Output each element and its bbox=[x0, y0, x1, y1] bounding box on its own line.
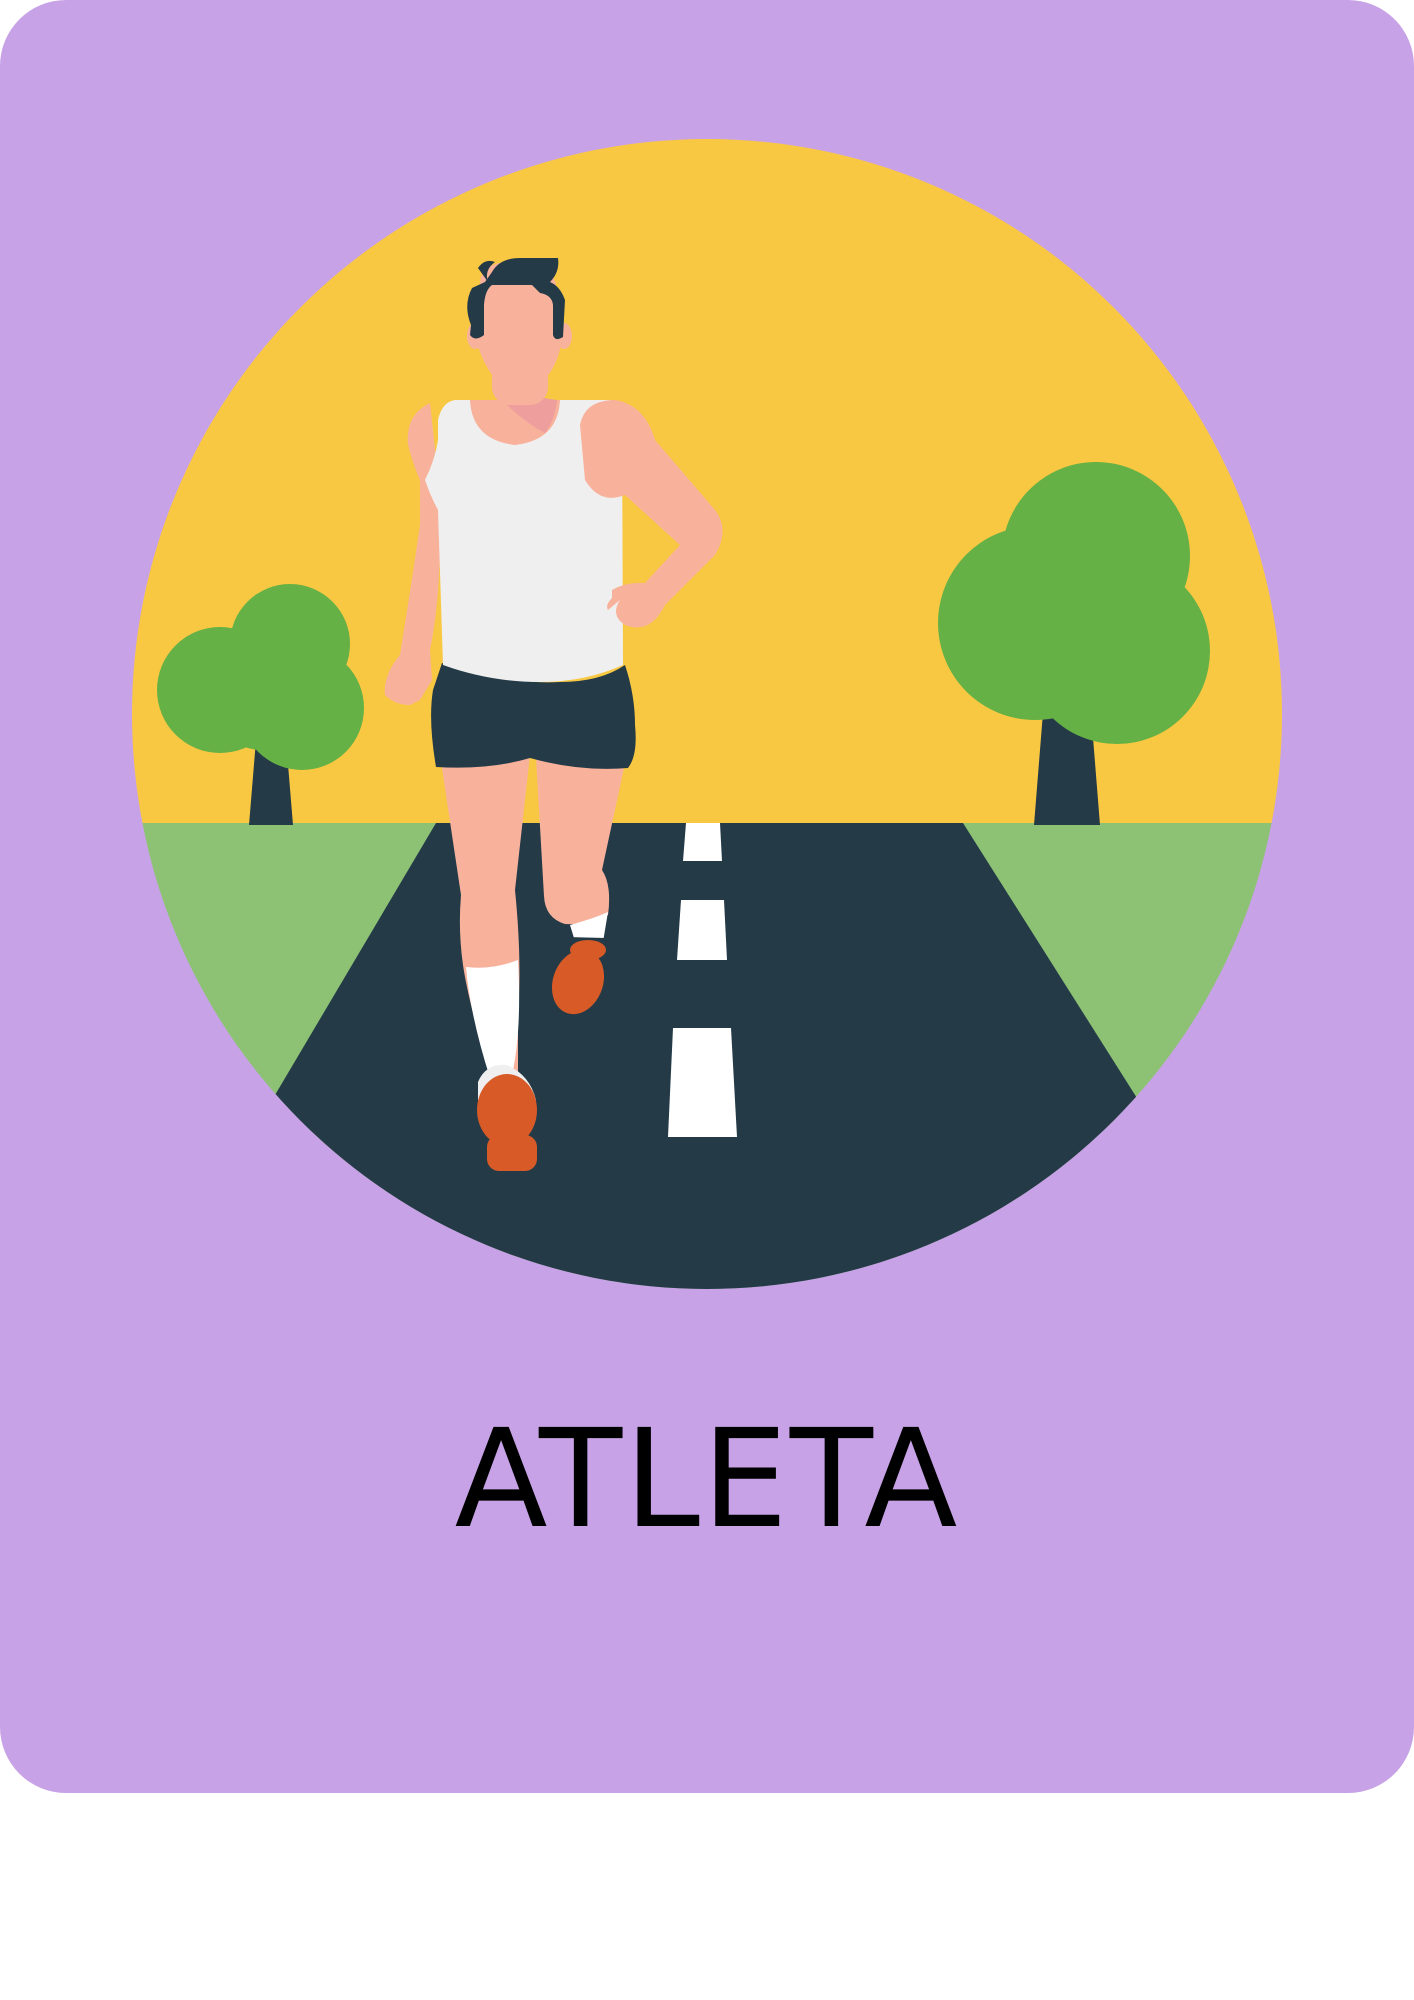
road-marking bbox=[668, 1028, 737, 1137]
road-marking bbox=[683, 823, 722, 861]
flashcard: ATLETA bbox=[0, 0, 1414, 1793]
road-marking bbox=[677, 900, 727, 960]
card-word: ATLETA bbox=[454, 1401, 960, 1559]
